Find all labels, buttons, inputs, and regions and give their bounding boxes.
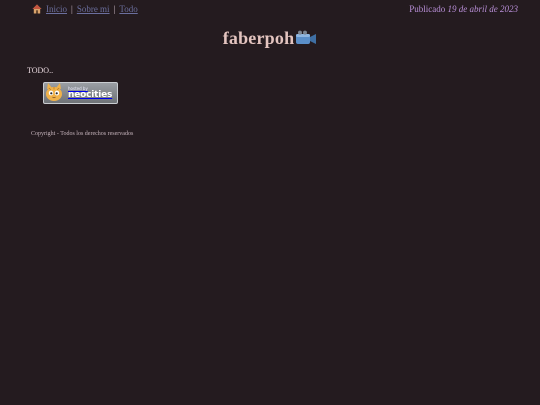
nav-separator: | xyxy=(71,4,73,14)
badge-big-text: neocities xyxy=(68,89,113,100)
page: Inicio | Sobre mi | Todo Publicado 19 de… xyxy=(0,0,540,405)
hosted-by-neocities-badge[interactable]: hosted by neocities xyxy=(43,82,118,104)
site-title-heading: faberpoh xyxy=(0,28,540,51)
nav-link-todo[interactable]: Todo xyxy=(119,4,137,14)
site-title: faberpoh xyxy=(222,28,295,48)
house-icon xyxy=(32,4,42,14)
video-camera-icon xyxy=(295,30,317,51)
published-prefix: Publicado xyxy=(409,4,446,14)
published-date: Publicado 19 de abril de 2023 xyxy=(409,4,518,14)
nav-link-sobre-mi[interactable]: Sobre mi xyxy=(77,4,110,14)
nav-link-inicio[interactable]: Inicio xyxy=(46,4,67,14)
neocities-cat-icon xyxy=(44,83,65,103)
nav-separator: | xyxy=(113,4,116,14)
published-date-value: 19 de abril de 2023 xyxy=(447,4,519,14)
copyright-text: Copyright - Todos los derechos reservado… xyxy=(31,131,134,137)
badge-text: hosted by neocities xyxy=(68,86,113,100)
top-navigation: Inicio | Sobre mi | Todo xyxy=(32,4,138,14)
todo-text: TODO.. xyxy=(27,66,54,75)
